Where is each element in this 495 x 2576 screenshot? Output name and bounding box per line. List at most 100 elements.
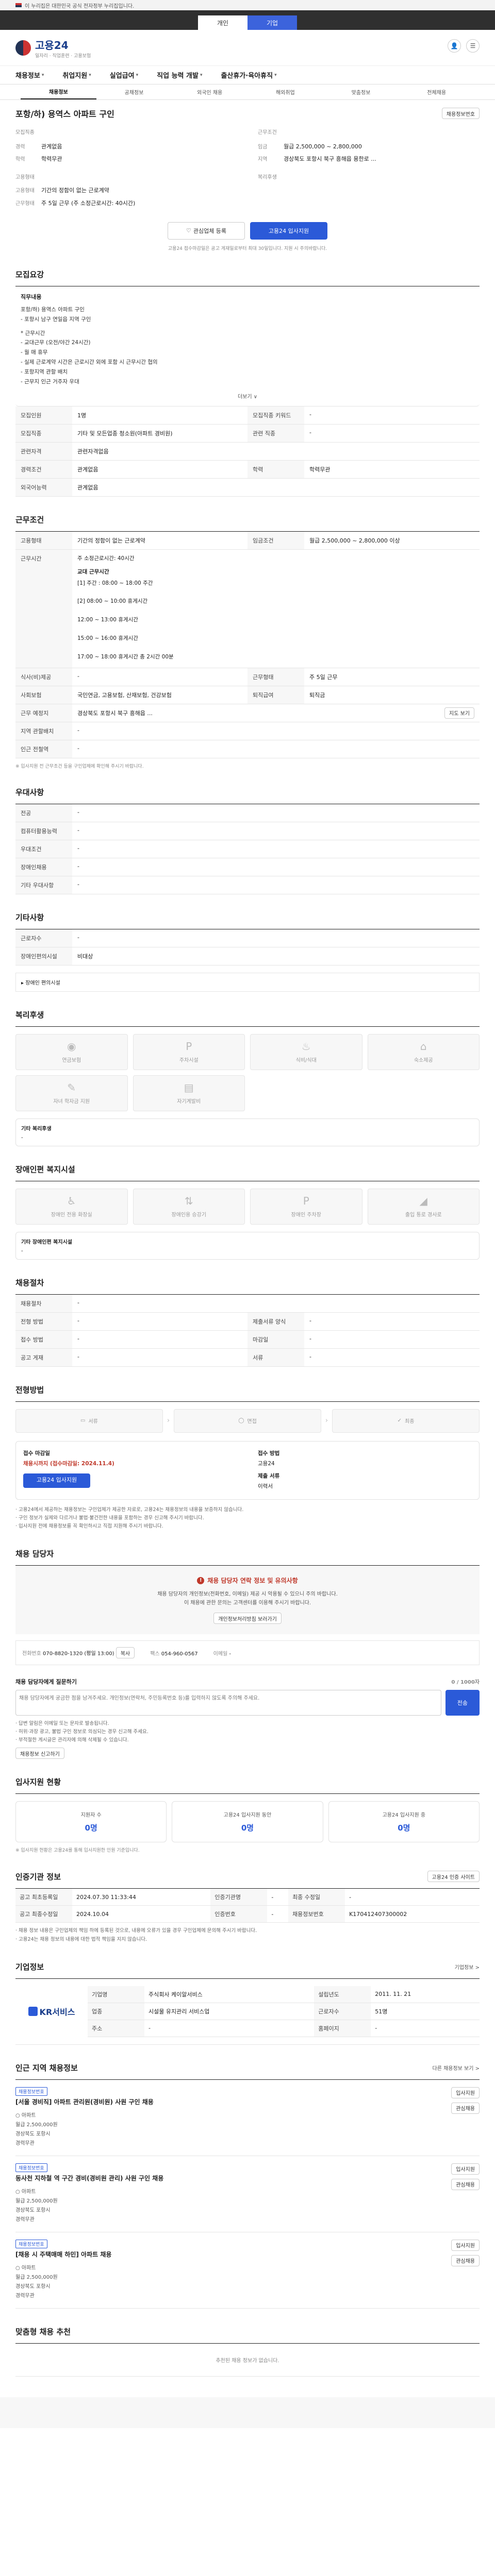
row-value: 시설물 유지관리 서비스업 xyxy=(144,2003,315,2020)
row-value: - xyxy=(77,1299,79,1306)
cert-site-button[interactable]: 고용24 인증 사이트 xyxy=(427,1871,480,1883)
row-key: 최종 수정일 xyxy=(288,1889,345,1906)
logo[interactable]: 고용24 일자리 · 직업훈련 · 고용보험 xyxy=(15,37,91,59)
nav-parental-leave[interactable]: 출산휴가·육아휴직 ▾ xyxy=(221,70,276,80)
subtab-3[interactable]: 해외취업 xyxy=(248,84,323,99)
nav-employment-support[interactable]: 취업지원 ▾ xyxy=(62,70,91,80)
job-save-button[interactable]: 관심채용 xyxy=(451,2178,480,2190)
step-item: ▭ 서류 xyxy=(15,1409,163,1433)
subtab-1[interactable]: 공채정보 xyxy=(96,84,172,99)
map-button[interactable]: 지도 보기 xyxy=(444,707,474,719)
company-more-link[interactable]: 기업정보 > xyxy=(455,1963,480,1971)
job-save-button[interactable]: 관심채용 xyxy=(451,2255,480,2266)
disabled-section: 장애인편 복지시설 ♿ 장애인 전용 화장실 ⇅ 장애인용 승강기 P 장애인 주차장… xyxy=(15,1164,480,1260)
row-value: - xyxy=(77,880,79,888)
subtab-5[interactable]: 전체채용 xyxy=(399,84,474,99)
tab-personal[interactable]: 개인 xyxy=(198,15,248,30)
welfare-label: 복리후생 xyxy=(258,175,277,181)
job-apply-button[interactable]: 입사지원 xyxy=(451,2239,480,2251)
job-tag: 채용정보번호 xyxy=(15,2163,47,2172)
fax-value: 054-960-0567 xyxy=(161,1651,198,1657)
nav-label: 직업 능력 개발 xyxy=(157,72,199,80)
similar-more-link[interactable]: 다른 채용정보 보기 > xyxy=(432,2064,480,2072)
menu-icon[interactable]: ☰ xyxy=(466,39,480,53)
row-value: 주식회사 케이알서비스 xyxy=(144,1986,315,2003)
account-type-bar: 개인 기업 xyxy=(0,10,495,30)
row-key: 학력 xyxy=(248,460,304,478)
meta-value: 기간의 정함이 없는 근로계약 xyxy=(41,187,109,194)
job-item-title[interactable]: [채용 시 주택매매 하민] 아파트 채용 xyxy=(15,2250,449,2259)
company-row: 업종 시설물 유지관리 서비스업 근로자수 51명 xyxy=(88,2003,480,2020)
duty-title: 직무내용 xyxy=(21,293,42,300)
book-icon: ▤ xyxy=(184,1081,194,1094)
row-key: 근무시간 xyxy=(15,549,72,668)
subtab-0[interactable]: 채용정보 xyxy=(21,84,96,99)
row-value: 경상북도 포항시 북구 흥해읍 ... xyxy=(77,709,153,717)
employment-type-label: 고용형태 xyxy=(15,175,35,181)
note-item: 고용24는 채용 정보의 내용에 대한 법적 책임을 지지 않습니다. xyxy=(15,1936,480,1944)
job-item-title[interactable]: [서울 경비직] 아파트 관리원(경비원) 사원 구인 채용 xyxy=(15,2097,449,2106)
subtab-4[interactable]: 맞춤정보 xyxy=(323,84,399,99)
row-value: 2011. 11. 21 xyxy=(371,1986,480,2003)
nav-job-info[interactable]: 채용정보 ▾ xyxy=(15,70,44,80)
nav-training[interactable]: 직업 능력 개발 ▾ xyxy=(157,70,202,80)
question-input[interactable] xyxy=(15,1690,441,1716)
row-value: 기타 및 모든업종 청소원(아파트 경비원) xyxy=(77,430,173,437)
main-nav: 채용정보 ▾ 취업지원 ▾ 실업급여 ▾ 직업 능력 개발 ▾ 출산휴가·육아휴직 ▾ xyxy=(0,66,495,84)
job-item[interactable]: 채용정보번호 [서울 경비직] 아파트 관리원(경비원) 사원 구인 채용 ○ … xyxy=(15,2080,480,2156)
job-number-badge: 채용정보번호 xyxy=(441,108,480,119)
job-location: 경상북도 포항시 xyxy=(15,2207,51,2213)
company-logo-icon xyxy=(28,2007,38,2016)
welfare-label: 숙소제공 xyxy=(414,1058,433,1064)
job-tag: 채용정보번호 xyxy=(15,2087,47,2096)
apply-button[interactable]: 고용24 입사지원 xyxy=(250,222,327,240)
row-key: 모집직종 xyxy=(15,424,72,442)
row-value: - xyxy=(77,726,79,734)
welfare-label: 자기계발비 xyxy=(177,1099,201,1105)
sub-tabs: 채용정보 공채정보 외국인 채용 해외취업 맞춤정보 전체채용 xyxy=(0,84,495,100)
phone-label: 전화번호 xyxy=(22,1651,41,1657)
row-key: 사회보험 xyxy=(15,686,72,704)
nav-unemployment[interactable]: 실업급여 ▾ xyxy=(110,70,138,80)
welfare-label: 자녀 학자금 지원 xyxy=(53,1099,90,1105)
parking-icon: P xyxy=(303,1195,309,1208)
job-apply-button[interactable]: 입사지원 xyxy=(451,2087,480,2098)
job-apply-button[interactable]: 입사지원 xyxy=(451,2163,480,2175)
job-item-title[interactable]: 동사천 지하철 역 구간 경비(경비원 관리) 사원 구인 채용 xyxy=(15,2174,449,2182)
more-button[interactable]: 더보기 ∨ xyxy=(21,392,474,400)
stats-note: ※ 입사지원 현황은 고용24를 통해 입사지원한 인원 기준입니다. xyxy=(15,1848,140,1854)
stat-value: 0명 xyxy=(398,1823,410,1833)
tab-company[interactable]: 기업 xyxy=(248,15,297,30)
save-company-button[interactable]: ♡ 관심업체 등록 xyxy=(168,222,245,240)
row-value: - xyxy=(77,934,79,941)
deadline-value: 채용시까지 (접수마감일: 2024.11.4) xyxy=(23,1460,114,1467)
row-value: 2024.10.04 xyxy=(72,1905,211,1923)
conditions-row: 인근 전철역 - xyxy=(15,740,480,758)
contact-desc: 이 채용에 관한 문의는 고객센터를 이용해 주시기 바랍니다. xyxy=(184,1600,311,1606)
job-item[interactable]: 채용정보번호 동사천 지하철 역 구간 경비(경비원 관리) 사원 구인 채용 … xyxy=(15,2156,480,2232)
row-key: 외국어능력 xyxy=(15,478,72,496)
stat-card: 지원자 수 0명 xyxy=(15,1801,167,1843)
row-value: K170412407300002 xyxy=(345,1905,480,1923)
job-item[interactable]: 채용정보번호 [채용 시 주택매매 하민] 아파트 채용 ○ 아파트 월급 2,… xyxy=(15,2232,480,2309)
privacy-button[interactable]: 개인정보처리방침 보러가기 xyxy=(213,1613,282,1624)
disabled-label: 장애인 전용 화장실 xyxy=(51,1212,92,1218)
nav-label: 채용정보 xyxy=(15,72,40,80)
row-value: - xyxy=(77,1317,79,1324)
apply-submit-button[interactable]: 고용24 입사지원 xyxy=(23,1473,90,1488)
disabled-facility-link[interactable]: ▸ 장애인 편의시설 xyxy=(15,972,480,992)
login-icon[interactable]: 👤 xyxy=(448,39,461,53)
company-box: KR서비스 기업명 주식회사 케이알서비스 설립년도 2011. 11. 21 업종 시… xyxy=(15,1979,480,2045)
career-row: 경력 관계없음 xyxy=(15,141,237,153)
row-key: 전형 방법 xyxy=(15,1312,72,1330)
company-row: 주소 - 홈페이지 - xyxy=(88,2020,480,2037)
gov-banner: 이 누리집은 대한민국 공식 전자정부 누리집입니다. xyxy=(0,0,495,10)
report-button[interactable]: 채용정보 신고하기 xyxy=(15,1748,64,1759)
question-submit-button[interactable]: 전송 xyxy=(445,1690,480,1716)
conditions-row: 식사(비)제공 - 근무형태 주 5일 근무 xyxy=(15,668,480,686)
row-key: 지역 관할배치 xyxy=(15,722,72,740)
job-save-button[interactable]: 관심채용 xyxy=(451,2102,480,2114)
deadline-label: 접수 마감일 xyxy=(23,1450,50,1456)
subtab-2[interactable]: 외국인 채용 xyxy=(172,84,248,99)
copy-phone-button[interactable]: 복사 xyxy=(116,1647,135,1659)
